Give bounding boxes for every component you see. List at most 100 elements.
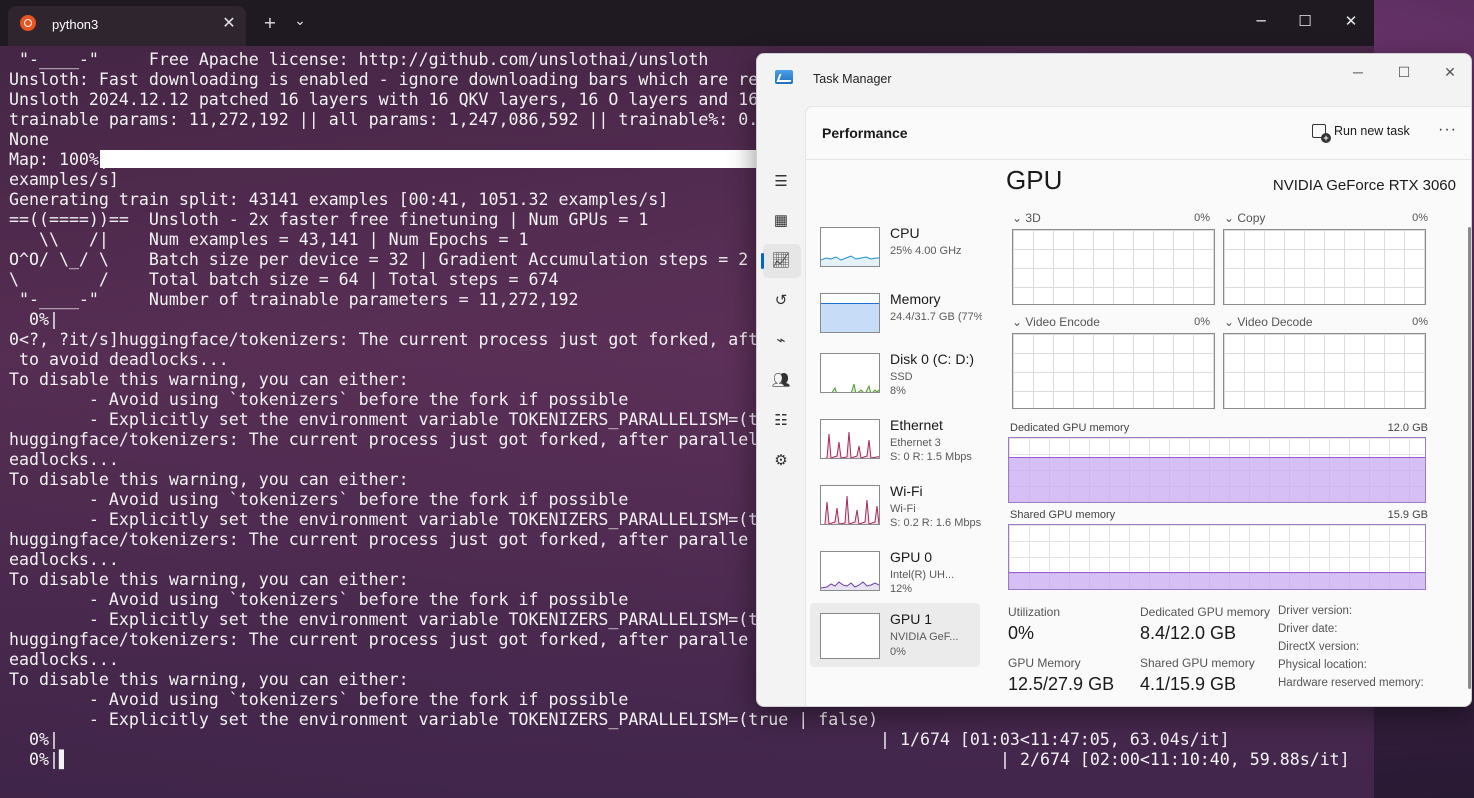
engine-graph-video-decode bbox=[1223, 333, 1426, 409]
maximize-icon[interactable]: ☐ bbox=[1292, 10, 1318, 32]
map-progress-bar bbox=[100, 150, 760, 168]
more-options-icon[interactable]: ··· bbox=[1438, 121, 1457, 139]
hardware-reserved-memory-label: Hardware reserved memory: bbox=[1278, 677, 1424, 689]
tab-dropdown-icon[interactable]: ⌄ bbox=[290, 12, 310, 30]
terminal-tab[interactable]: python3 ✕ bbox=[8, 6, 246, 46]
engine-dropdown-video-decode[interactable]: ⌄ Video Decode bbox=[1224, 315, 1313, 329]
engine-pct-copy: 0% bbox=[1412, 212, 1428, 224]
device-sub: Intel(R) UH... bbox=[890, 569, 955, 581]
device-sub: S: 0 R: 1.5 Mbps bbox=[890, 451, 972, 463]
shared-memory-label: Shared GPU memory bbox=[1010, 509, 1116, 521]
device-name: Ethernet bbox=[890, 417, 943, 433]
dedicated-memory-graph bbox=[1008, 437, 1426, 503]
utilization-value: 0% bbox=[1008, 623, 1035, 643]
tab-title: python3 bbox=[52, 17, 99, 32]
shared-stat-value: 4.1/15.9 GB bbox=[1140, 674, 1237, 694]
dedicated-memory-fill bbox=[1009, 457, 1425, 502]
terminal-tab-bar: python3 ✕ + ⌄ ─ ☐ ✕ bbox=[0, 0, 1374, 46]
gpu-memory-value: 12.5/27.9 GB bbox=[1008, 674, 1115, 694]
shared-memory-max: 15.9 GB bbox=[1387, 509, 1428, 521]
gpu1-thumbnail bbox=[820, 613, 880, 659]
driver-version-label: Driver version: bbox=[1278, 605, 1353, 617]
gpu-heading: GPU bbox=[1006, 165, 1063, 195]
cpu-thumbnail bbox=[820, 227, 880, 267]
device-sub: 12% bbox=[890, 583, 913, 595]
device-name: Disk 0 (C: D:) bbox=[890, 351, 974, 367]
terminal-line: - Explicitly set the environment variabl… bbox=[9, 710, 879, 729]
shared-memory-fill bbox=[1009, 572, 1425, 589]
engine-dropdown-copy[interactable]: ⌄ Copy bbox=[1224, 211, 1265, 225]
engine-dropdown-3d[interactable]: ⌄ 3D bbox=[1012, 211, 1041, 225]
new-tab-button[interactable]: + bbox=[260, 14, 280, 32]
services-icon[interactable]: ⚙ bbox=[767, 447, 795, 475]
engine-graph-video-encode bbox=[1012, 333, 1215, 409]
performance-icon[interactable]: 📈︎ bbox=[767, 247, 795, 275]
nav-rail: ☰ ▦ 📈︎ ↺ ⌁ 👥︎ ☷ ⚙ ⚙ bbox=[757, 106, 805, 706]
engine-dropdown-video-encode[interactable]: ⌄ Video Encode bbox=[1012, 315, 1100, 329]
device-sub: SSD bbox=[890, 371, 913, 383]
gpu-model: NVIDIA GeForce RTX 3060 bbox=[1272, 177, 1456, 194]
device-disk[interactable]: Disk 0 (C: D:) SSD 8% bbox=[810, 347, 980, 411]
device-wifi[interactable]: Wi-Fi Wi-Fi S: 0.2 R: 1.6 Mbps bbox=[810, 479, 982, 543]
device-sub: S: 0.2 R: 1.6 Mbps bbox=[890, 517, 982, 529]
nav-active-indicator bbox=[761, 253, 764, 269]
ethernet-thumbnail bbox=[820, 419, 880, 459]
memory-thumbnail bbox=[820, 293, 880, 333]
wifi-thumbnail bbox=[820, 485, 880, 525]
run-new-task-label: Run new task bbox=[1334, 124, 1410, 138]
run-task-icon bbox=[1312, 124, 1331, 143]
device-cpu[interactable]: CPU 25% 4.00 GHz bbox=[810, 221, 980, 285]
minimize-icon[interactable]: ─ bbox=[1248, 10, 1274, 32]
tm-minimize-icon[interactable]: ─ bbox=[1343, 60, 1373, 84]
dedicated-memory-label: Dedicated GPU memory bbox=[1010, 422, 1130, 434]
startup-apps-icon[interactable]: ⌁ bbox=[767, 327, 795, 355]
device-name: GPU 0 bbox=[890, 549, 933, 565]
engine-graph-copy bbox=[1223, 229, 1426, 305]
task-manager-window: Task Manager ─ ☐ ✕ ☰ ▦ 📈︎ ↺ ⌁ 👥︎ ☷ ⚙ ⚙ P… bbox=[756, 53, 1472, 707]
engine-pct-3d: 0% bbox=[1194, 212, 1210, 224]
scrollbar[interactable] bbox=[1468, 227, 1471, 689]
tm-close-icon[interactable]: ✕ bbox=[1435, 60, 1465, 84]
tm-maximize-icon[interactable]: ☐ bbox=[1389, 60, 1419, 84]
device-sub: NVIDIA GeF... bbox=[890, 631, 959, 643]
device-memory[interactable]: Memory 24.4/31.7 GB (77%) bbox=[810, 287, 982, 351]
performance-content: Performance Run new task ··· CPU 25% 4.0… bbox=[805, 106, 1471, 706]
device-name: Wi-Fi bbox=[890, 483, 923, 499]
device-sub: 24.4/31.7 GB (77%) bbox=[890, 311, 982, 323]
device-sub: Wi-Fi bbox=[890, 503, 916, 515]
task-manager-app-icon bbox=[775, 70, 793, 84]
device-name: GPU 1 bbox=[890, 611, 933, 627]
device-sub: 25% 4.00 GHz bbox=[890, 245, 962, 257]
dedicated-stat-label: Dedicated GPU memory bbox=[1140, 605, 1271, 619]
header-divider bbox=[806, 159, 1471, 160]
device-gpu0[interactable]: GPU 0 Intel(R) UH... 12% bbox=[810, 545, 980, 609]
gpu-detail-pane: GPU NVIDIA GeForce RTX 3060 ⌄ 3D 0% ⌄ Co… bbox=[1002, 163, 1462, 706]
engine-pct-video-decode: 0% bbox=[1412, 316, 1428, 328]
dedicated-memory-max: 12.0 GB bbox=[1387, 422, 1428, 434]
gpu0-thumbnail bbox=[820, 551, 880, 591]
progress-line-2: | 2/674 [02:00<11:10:40, 59.88s/it] bbox=[1000, 750, 1350, 769]
device-name: CPU bbox=[890, 225, 920, 241]
device-sub: 0% bbox=[890, 646, 906, 658]
device-list: CPU 25% 4.00 GHz Memory 24.4/31.7 GB (77… bbox=[806, 163, 986, 706]
device-sub: Ethernet 3 bbox=[890, 437, 941, 449]
processes-icon[interactable]: ▦ bbox=[767, 207, 795, 235]
device-gpu1[interactable]: GPU 1 NVIDIA GeF... 0% bbox=[810, 603, 980, 667]
gpu-memory-label: GPU Memory bbox=[1008, 656, 1081, 670]
run-new-task-button[interactable]: Run new task bbox=[1312, 124, 1410, 143]
physical-location-label: Physical location: bbox=[1278, 659, 1367, 671]
page-title: Performance bbox=[822, 125, 908, 141]
device-ethernet[interactable]: Ethernet Ethernet 3 S: 0 R: 1.5 Mbps bbox=[810, 413, 980, 477]
details-icon[interactable]: ☷ bbox=[767, 407, 795, 435]
close-icon[interactable]: ✕ bbox=[1338, 10, 1364, 32]
tab-close-icon[interactable]: ✕ bbox=[220, 14, 238, 32]
engine-graph-3d bbox=[1012, 229, 1215, 305]
users-icon[interactable]: 👥︎ bbox=[767, 367, 795, 395]
app-history-icon[interactable]: ↺ bbox=[767, 287, 795, 315]
hamburger-menu-icon[interactable]: ☰ bbox=[767, 168, 795, 196]
dedicated-stat-value: 8.4/12.0 GB bbox=[1140, 623, 1237, 643]
progress-line-1: | 1/674 [01:03<11:47:05, 63.04s/it] bbox=[880, 730, 1230, 749]
device-sub: 8% bbox=[890, 385, 906, 397]
shared-stat-label: Shared GPU memory bbox=[1140, 656, 1255, 670]
window-title: Task Manager bbox=[813, 72, 892, 86]
